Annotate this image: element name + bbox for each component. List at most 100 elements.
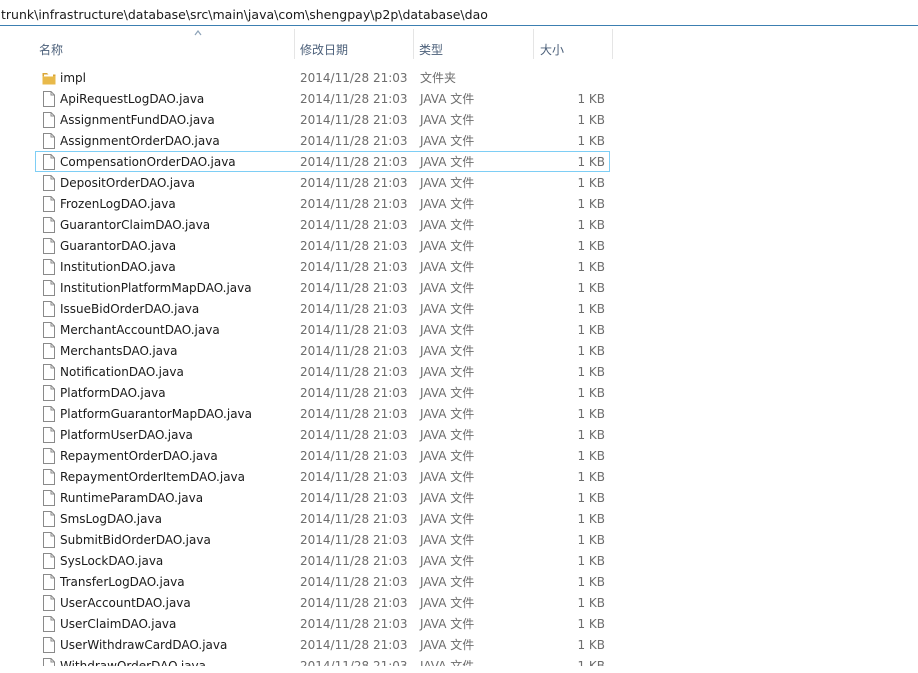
column-header-date[interactable]: 修改日期 xyxy=(295,29,414,65)
file-name: RepaymentOrderItemDAO.java xyxy=(60,470,245,484)
file-row[interactable]: MerchantsDAO.java 2014/11/28 21:03 JAVA 文件… xyxy=(35,340,610,361)
file-icon xyxy=(43,406,55,422)
file-row[interactable]: GuarantorClaimDAO.java 2014/11/28 21:03 JA… xyxy=(35,214,610,235)
file-row[interactable]: DepositOrderDAO.java 2014/11/28 21:03 JAVA… xyxy=(35,172,610,193)
file-name: AssignmentOrderDAO.java xyxy=(60,134,220,148)
file-icon xyxy=(43,301,55,317)
column-header-type[interactable]: 类型 xyxy=(414,29,534,65)
file-date-modified: 2014/11/28 21:03 xyxy=(300,554,408,568)
file-row[interactable]: IssueBidOrderDAO.java 2014/11/28 21:03 JAV… xyxy=(35,298,610,319)
folder-row[interactable]: impl 2014/11/28 21:03 文件夹 xyxy=(35,67,610,88)
file-row[interactable]: TransferLogDAO.java 2014/11/28 21:03 JAVA … xyxy=(35,571,610,592)
file-icon xyxy=(43,427,55,443)
file-size: 1 KB xyxy=(577,323,605,337)
file-row[interactable]: GuarantorDAO.java 2014/11/28 21:03 JAVA 文件… xyxy=(35,235,610,256)
column-header-name[interactable]: 名称 xyxy=(35,29,295,65)
file-icon xyxy=(43,154,55,170)
file-row[interactable]: AssignmentOrderDAO.java 2014/11/28 21:03 J… xyxy=(35,130,610,151)
file-icon xyxy=(43,448,55,464)
file-size: 1 KB xyxy=(577,407,605,421)
file-name: PlatformUserDAO.java xyxy=(60,428,193,442)
file-type: JAVA 文件 xyxy=(420,596,475,610)
file-date-modified: 2014/11/28 21:03 xyxy=(300,386,408,400)
file-row[interactable]: PlatformUserDAO.java 2014/11/28 21:03 JAVA… xyxy=(35,424,610,445)
file-name: CompensationOrderDAO.java xyxy=(60,155,236,169)
file-size: 1 KB xyxy=(577,554,605,568)
file-icon xyxy=(43,595,55,611)
file-type: JAVA 文件 xyxy=(420,260,475,274)
file-size: 1 KB xyxy=(577,638,605,652)
file-type: 文件夹 xyxy=(420,71,457,85)
file-date-modified: 2014/11/28 21:03 xyxy=(300,407,408,421)
file-date-modified: 2014/11/28 21:03 xyxy=(300,323,408,337)
file-name: WithdrawOrderDAO.java xyxy=(60,659,207,666)
file-row[interactable]: RuntimeParamDAO.java 2014/11/28 21:03 JAVA… xyxy=(35,487,610,508)
file-type: JAVA 文件 xyxy=(420,617,475,631)
address-path[interactable]: trunk\infrastructure\database\src\main\j… xyxy=(1,7,488,23)
file-date-modified: 2014/11/28 21:03 xyxy=(300,428,408,442)
file-row[interactable]: UserAccountDAO.java 2014/11/28 21:03 JAVA … xyxy=(35,592,610,613)
file-size: 1 KB xyxy=(577,428,605,442)
file-icon xyxy=(43,616,55,632)
file-date-modified: 2014/11/28 21:03 xyxy=(300,638,408,652)
file-type: JAVA 文件 xyxy=(420,113,475,127)
file-date-modified: 2014/11/28 21:03 xyxy=(300,113,408,127)
file-type: JAVA 文件 xyxy=(420,344,475,358)
file-row[interactable]: FrozenLogDAO.java 2014/11/28 21:03 JAVA 文件… xyxy=(35,193,610,214)
column-header: 名称 修改日期 类型 大小 xyxy=(0,29,918,65)
file-size: 1 KB xyxy=(577,281,605,295)
file-date-modified: 2014/11/28 21:03 xyxy=(300,617,408,631)
file-row[interactable]: PlatformGuarantorMapDAO.java 2014/11/28 2… xyxy=(35,403,610,424)
file-name: MerchantsDAO.java xyxy=(60,344,178,358)
file-name: ApiRequestLogDAO.java xyxy=(60,92,205,106)
file-name: UserAccountDAO.java xyxy=(60,596,191,610)
file-date-modified: 2014/11/28 21:03 xyxy=(300,596,408,610)
file-name: IssueBidOrderDAO.java xyxy=(60,302,200,316)
file-type: JAVA 文件 xyxy=(420,365,475,379)
file-row[interactable]: PlatformDAO.java 2014/11/28 21:03 JAVA 文件 1… xyxy=(35,382,610,403)
file-name: DepositOrderDAO.java xyxy=(60,176,195,190)
column-header-size[interactable]: 大小 xyxy=(534,29,613,65)
file-row[interactable]: InstitutionPlatformMapDAO.java 2014/11/28… xyxy=(35,277,610,298)
file-row[interactable]: InstitutionDAO.java 2014/11/28 21:03 JAVA … xyxy=(35,256,610,277)
file-row[interactable]: RepaymentOrderItemDAO.java 2014/11/28 21:… xyxy=(35,466,610,487)
file-row[interactable]: SubmitBidOrderDAO.java 2014/11/28 21:03 JA… xyxy=(35,529,610,550)
file-size: 1 KB xyxy=(577,491,605,505)
address-bar[interactable]: trunk\infrastructure\database\src\main\j… xyxy=(0,4,918,26)
file-row[interactable]: SysLockDAO.java 2014/11/28 21:03 JAVA 文件 1 … xyxy=(35,550,610,571)
file-icon xyxy=(43,280,55,296)
file-row[interactable]: ApiRequestLogDAO.java 2014/11/28 21:03 JAV… xyxy=(35,88,610,109)
file-row[interactable]: SmsLogDAO.java 2014/11/28 21:03 JAVA 文件 1 K… xyxy=(35,508,610,529)
file-size: 1 KB xyxy=(577,659,605,666)
file-size: 1 KB xyxy=(577,302,605,316)
file-type: JAVA 文件 xyxy=(420,659,475,666)
file-name: SysLockDAO.java xyxy=(60,554,164,568)
file-type: JAVA 文件 xyxy=(420,428,475,442)
column-header-name-label: 名称 xyxy=(39,43,64,57)
file-row[interactable]: WithdrawOrderDAO.java 2014/11/28 21:03 JAV… xyxy=(35,655,610,666)
file-row[interactable]: RepaymentOrderDAO.java 2014/11/28 21:03 JA… xyxy=(35,445,610,466)
file-size: 1 KB xyxy=(577,155,605,169)
file-type: JAVA 文件 xyxy=(420,92,475,106)
file-row[interactable]: CompensationOrderDAO.java 2014/11/28 21:0… xyxy=(35,151,610,172)
file-date-modified: 2014/11/28 21:03 xyxy=(300,176,408,190)
file-type: JAVA 文件 xyxy=(420,155,475,169)
file-row[interactable]: AssignmentFundDAO.java 2014/11/28 21:03 JA… xyxy=(35,109,610,130)
file-type: JAVA 文件 xyxy=(420,491,475,505)
file-row[interactable]: MerchantAccountDAO.java 2014/11/28 21:03 J… xyxy=(35,319,610,340)
file-type: JAVA 文件 xyxy=(420,512,475,526)
file-row[interactable]: UserWithdrawCardDAO.java 2014/11/28 21:03… xyxy=(35,634,610,655)
file-icon xyxy=(43,574,55,590)
file-name: AssignmentFundDAO.java xyxy=(60,113,215,127)
file-icon xyxy=(43,343,55,359)
file-type: JAVA 文件 xyxy=(420,575,475,589)
file-name: FrozenLogDAO.java xyxy=(60,197,176,211)
file-row[interactable]: UserClaimDAO.java 2014/11/28 21:03 JAVA 文件… xyxy=(35,613,610,634)
file-row[interactable]: NotificationDAO.java 2014/11/28 21:03 JAVA… xyxy=(35,361,610,382)
file-size: 1 KB xyxy=(577,344,605,358)
file-name: InstitutionDAO.java xyxy=(60,260,176,274)
file-name: PlatformGuarantorMapDAO.java xyxy=(60,407,253,421)
file-size: 1 KB xyxy=(577,470,605,484)
file-type: JAVA 文件 xyxy=(420,239,475,253)
file-name: PlatformDAO.java xyxy=(60,386,166,400)
